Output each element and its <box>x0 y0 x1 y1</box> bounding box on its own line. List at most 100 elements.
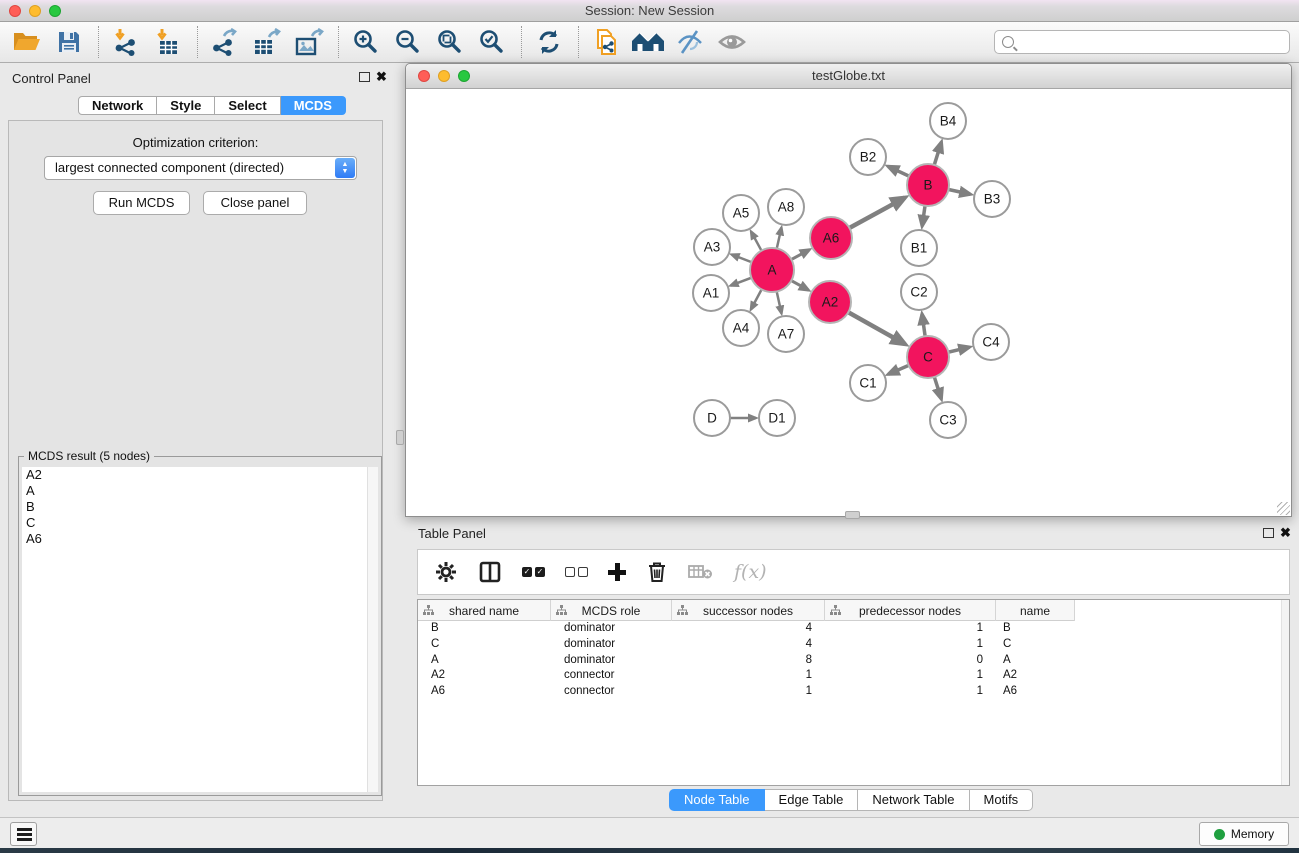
mcds-result-item[interactable]: A <box>22 483 378 499</box>
vertical-splitter-handle[interactable] <box>396 430 404 445</box>
column-header-predecessor-nodes[interactable]: predecessor nodes <box>825 600 996 621</box>
settings-gear-icon[interactable] <box>434 557 458 587</box>
column-layout-icon[interactable] <box>478 557 502 587</box>
run-mcds-button[interactable]: Run MCDS <box>93 191 190 215</box>
tab-select[interactable]: Select <box>215 96 280 115</box>
import-table-icon[interactable] <box>151 25 185 59</box>
float-table-panel-icon[interactable] <box>1263 528 1274 538</box>
table-cell[interactable]: A2 <box>418 668 551 684</box>
mcds-result-item[interactable]: A2 <box>22 467 378 483</box>
network-window-titlebar[interactable]: testGlobe.txt <box>406 64 1291 89</box>
import-network-icon[interactable] <box>109 25 143 59</box>
memory-button[interactable]: Memory <box>1199 822 1289 846</box>
resize-grip-icon[interactable] <box>1277 502 1290 515</box>
close-panel-button[interactable]: Close panel <box>203 191 307 215</box>
tab-node-table[interactable]: Node Table <box>669 789 765 811</box>
table-cell[interactable]: 8 <box>672 653 825 669</box>
close-table-panel-icon[interactable]: ✖ <box>1280 525 1291 541</box>
column-header-name[interactable]: name <box>996 600 1075 621</box>
table-cell[interactable]: 1 <box>825 621 996 637</box>
tab-mcds[interactable]: MCDS <box>281 96 346 115</box>
refresh-icon[interactable] <box>532 25 566 59</box>
network-canvas[interactable]: AA1A2A3A4A5A6A7A8BB1B2B3B4CC1C2C3C4DD1 <box>406 89 1291 516</box>
deselect-all-checkbox-icon[interactable] <box>565 557 588 587</box>
window-titlebar: Session: New Session <box>0 0 1299 22</box>
mcds-result-item[interactable]: B <box>22 499 378 515</box>
tab-style[interactable]: Style <box>157 96 215 115</box>
table-row[interactable]: Adominator80A <box>418 653 1289 669</box>
network-graph[interactable]: AA1A2A3A4A5A6A7A8BB1B2B3B4CC1C2C3C4DD1 <box>406 89 1291 516</box>
table-row[interactable]: Bdominator41B <box>418 621 1289 637</box>
table-cell[interactable]: connector <box>551 668 672 684</box>
select-all-checkbox-icon[interactable]: ✓✓ <box>522 557 545 587</box>
node-label-A: A <box>767 263 776 278</box>
column-header-MCDS-role[interactable]: MCDS role <box>551 600 672 621</box>
maximize-window-icon[interactable] <box>49 5 61 17</box>
table-cell[interactable]: 4 <box>672 637 825 653</box>
dropdown-stepper-icon: ▲▼ <box>335 158 355 178</box>
tab-network[interactable]: Network <box>78 96 157 115</box>
tab-edge-table[interactable]: Edge Table <box>765 789 859 811</box>
table-cell[interactable]: B <box>996 621 1075 637</box>
maximize-network-icon[interactable] <box>458 70 470 82</box>
table-cell[interactable]: A2 <box>996 668 1075 684</box>
export-network-icon[interactable] <box>208 25 242 59</box>
function-builder-icon[interactable]: f(x) <box>734 557 767 587</box>
close-window-icon[interactable] <box>9 5 21 17</box>
horizontal-splitter-handle[interactable] <box>845 511 860 519</box>
table-cell[interactable]: dominator <box>551 637 672 653</box>
table-cell[interactable]: A <box>996 653 1075 669</box>
add-column-icon[interactable] <box>608 557 626 587</box>
zoom-out-icon[interactable] <box>391 25 425 59</box>
export-table-icon[interactable] <box>250 25 284 59</box>
table-row[interactable]: Cdominator41C <box>418 637 1289 653</box>
table-cell[interactable]: 1 <box>672 668 825 684</box>
minimize-window-icon[interactable] <box>29 5 41 17</box>
delete-table-icon[interactable] <box>688 557 714 587</box>
tab-network-table[interactable]: Network Table <box>858 789 969 811</box>
table-scrollbar[interactable] <box>1281 600 1289 785</box>
table-cell[interactable]: 1 <box>825 637 996 653</box>
show-graphics-icon[interactable] <box>715 25 749 59</box>
close-panel-icon[interactable]: ✖ <box>376 69 387 85</box>
table-cell[interactable]: 4 <box>672 621 825 637</box>
table-cell[interactable]: 1 <box>825 684 996 700</box>
column-header-successor-nodes[interactable]: successor nodes <box>672 600 825 621</box>
table-cell[interactable]: dominator <box>551 621 672 637</box>
table-cell[interactable]: 1 <box>825 668 996 684</box>
hide-labels-icon[interactable] <box>673 25 707 59</box>
criterion-dropdown[interactable]: largest connected component (directed) ▲… <box>44 156 357 180</box>
result-list-scrollbar[interactable] <box>367 467 378 792</box>
task-history-button[interactable] <box>10 822 37 846</box>
table-cell[interactable]: B <box>418 621 551 637</box>
table-cell[interactable]: A6 <box>418 684 551 700</box>
column-header-shared-name[interactable]: shared name <box>418 600 551 621</box>
home-icon[interactable] <box>631 25 665 59</box>
float-panel-icon[interactable] <box>359 72 370 82</box>
zoom-selected-icon[interactable] <box>475 25 509 59</box>
table-cell[interactable]: dominator <box>551 653 672 669</box>
open-file-icon[interactable] <box>10 25 44 59</box>
mcds-result-title: MCDS result (5 nodes) <box>24 449 154 463</box>
mcds-result-item[interactable]: A6 <box>22 531 378 547</box>
clone-network-icon[interactable] <box>589 25 623 59</box>
mcds-result-item[interactable]: C <box>22 515 378 531</box>
delete-column-icon[interactable] <box>646 557 668 587</box>
zoom-fit-icon[interactable] <box>433 25 467 59</box>
table-cell[interactable]: connector <box>551 684 672 700</box>
save-session-icon[interactable] <box>52 25 86 59</box>
table-cell[interactable]: A <box>418 653 551 669</box>
table-cell[interactable]: C <box>418 637 551 653</box>
table-row[interactable]: A2connector11A2 <box>418 668 1289 684</box>
minimize-network-icon[interactable] <box>438 70 450 82</box>
search-input[interactable] <box>994 30 1290 54</box>
table-cell[interactable]: 1 <box>672 684 825 700</box>
table-cell[interactable]: C <box>996 637 1075 653</box>
table-cell[interactable]: 0 <box>825 653 996 669</box>
table-cell[interactable]: A6 <box>996 684 1075 700</box>
close-network-icon[interactable] <box>418 70 430 82</box>
export-image-icon[interactable] <box>292 25 326 59</box>
zoom-in-icon[interactable] <box>349 25 383 59</box>
table-row[interactable]: A6connector11A6 <box>418 684 1289 700</box>
tab-motifs[interactable]: Motifs <box>970 789 1034 811</box>
